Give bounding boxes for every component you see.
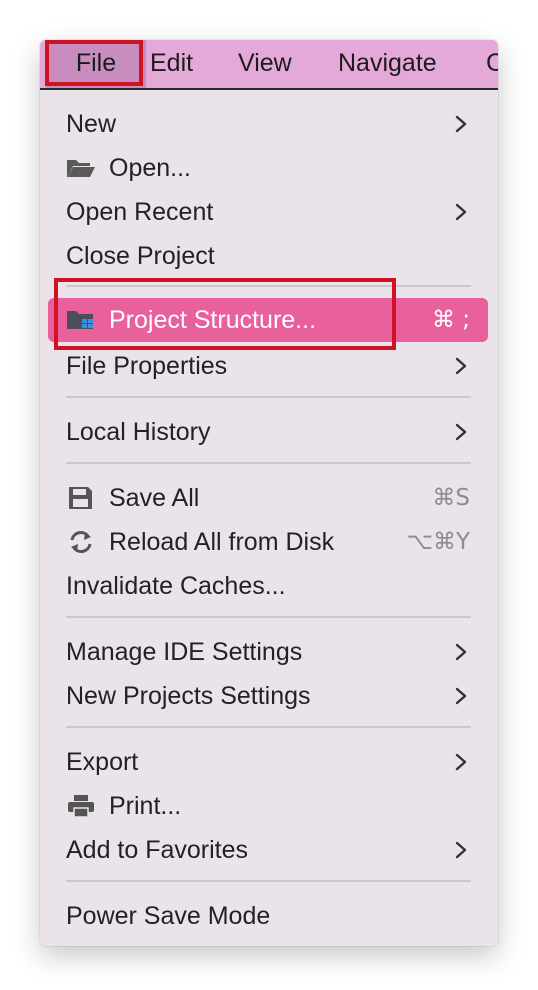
menu-separator	[66, 880, 471, 882]
menu-item-print[interactable]: Print...	[40, 784, 498, 828]
menu-navigate[interactable]: Navigate	[338, 40, 437, 88]
menu-item-label: Close Project	[66, 242, 215, 270]
menu-separator	[66, 396, 471, 398]
menu-item-file-properties[interactable]: File Properties	[40, 344, 498, 388]
printer-icon	[68, 795, 94, 818]
menu-view[interactable]: View	[238, 40, 292, 88]
chevron-right-icon	[455, 357, 467, 375]
menu-item-label: Manage IDE Settings	[66, 638, 303, 666]
menu-item-invalidate-caches[interactable]: Invalidate Caches...	[40, 564, 498, 608]
menu-item-open[interactable]: Open...	[40, 146, 498, 190]
menu-separator	[66, 285, 471, 287]
menu-file[interactable]: File	[46, 40, 146, 88]
menu-item-label: Invalidate Caches...	[66, 572, 286, 600]
chevron-right-icon	[455, 203, 467, 221]
menu-item-label: Save All	[109, 484, 200, 512]
chevron-right-icon	[455, 841, 467, 859]
shortcut-label: ⌘S	[432, 485, 470, 511]
menu-code-truncated[interactable]: C	[486, 40, 498, 88]
shortcut-label: ⌘ ;	[431, 307, 470, 333]
menu-separator	[66, 462, 471, 464]
menu-item-local-history[interactable]: Local History	[40, 410, 498, 454]
menu-item-new-projects-settings[interactable]: New Projects Settings	[40, 674, 498, 718]
menu-item-label: Project Structure...	[109, 306, 317, 334]
menu-item-label: Reload All from Disk	[109, 528, 335, 556]
menu-edit[interactable]: Edit	[150, 40, 193, 88]
menu-item-project-structure[interactable]: Project Structure... ⌘ ;	[40, 298, 498, 342]
chevron-right-icon	[455, 687, 467, 705]
menu-item-close-project[interactable]: Close Project	[40, 234, 498, 278]
shortcut-label: ⌥⌘Y	[406, 529, 470, 555]
chevron-right-icon	[455, 115, 467, 133]
menu-item-label: Add to Favorites	[66, 836, 249, 864]
menu-item-label: Export	[66, 748, 139, 776]
menu-item-label: New Projects Settings	[66, 682, 311, 710]
menu-item-reload-all[interactable]: Reload All from Disk ⌥⌘Y	[40, 520, 498, 564]
menu-bar: File Edit View Navigate C	[40, 40, 498, 90]
menu-separator	[66, 616, 471, 618]
reload-icon	[70, 531, 92, 553]
menu-item-label: Power Save Mode	[66, 902, 271, 930]
menu-item-open-recent[interactable]: Open Recent	[40, 190, 498, 234]
menu-item-label: File Properties	[66, 352, 228, 380]
project-structure-icon	[67, 311, 93, 329]
menu-item-label: Local History	[66, 418, 211, 446]
menu-item-manage-ide-settings[interactable]: Manage IDE Settings	[40, 630, 498, 674]
menu-item-label: New	[66, 110, 117, 138]
menu-item-new[interactable]: New	[40, 102, 498, 146]
menu-item-power-save-mode[interactable]: Power Save Mode	[40, 894, 498, 938]
menu-item-label: Open...	[109, 154, 191, 182]
save-icon	[69, 487, 92, 509]
file-menu-window: File Edit View Navigate C New Open... Op…	[40, 40, 498, 946]
menu-item-label: Open Recent	[66, 198, 214, 226]
menu-item-save-all[interactable]: Save All ⌘S	[40, 476, 498, 520]
chevron-right-icon	[455, 643, 467, 661]
menu-separator	[66, 726, 471, 728]
menu-item-label: Print...	[109, 792, 182, 820]
chevron-right-icon	[455, 753, 467, 771]
menu-item-add-to-favorites[interactable]: Add to Favorites	[40, 828, 498, 872]
menu-item-export[interactable]: Export	[40, 740, 498, 784]
chevron-right-icon	[455, 423, 467, 441]
folder-open-icon	[67, 160, 95, 177]
